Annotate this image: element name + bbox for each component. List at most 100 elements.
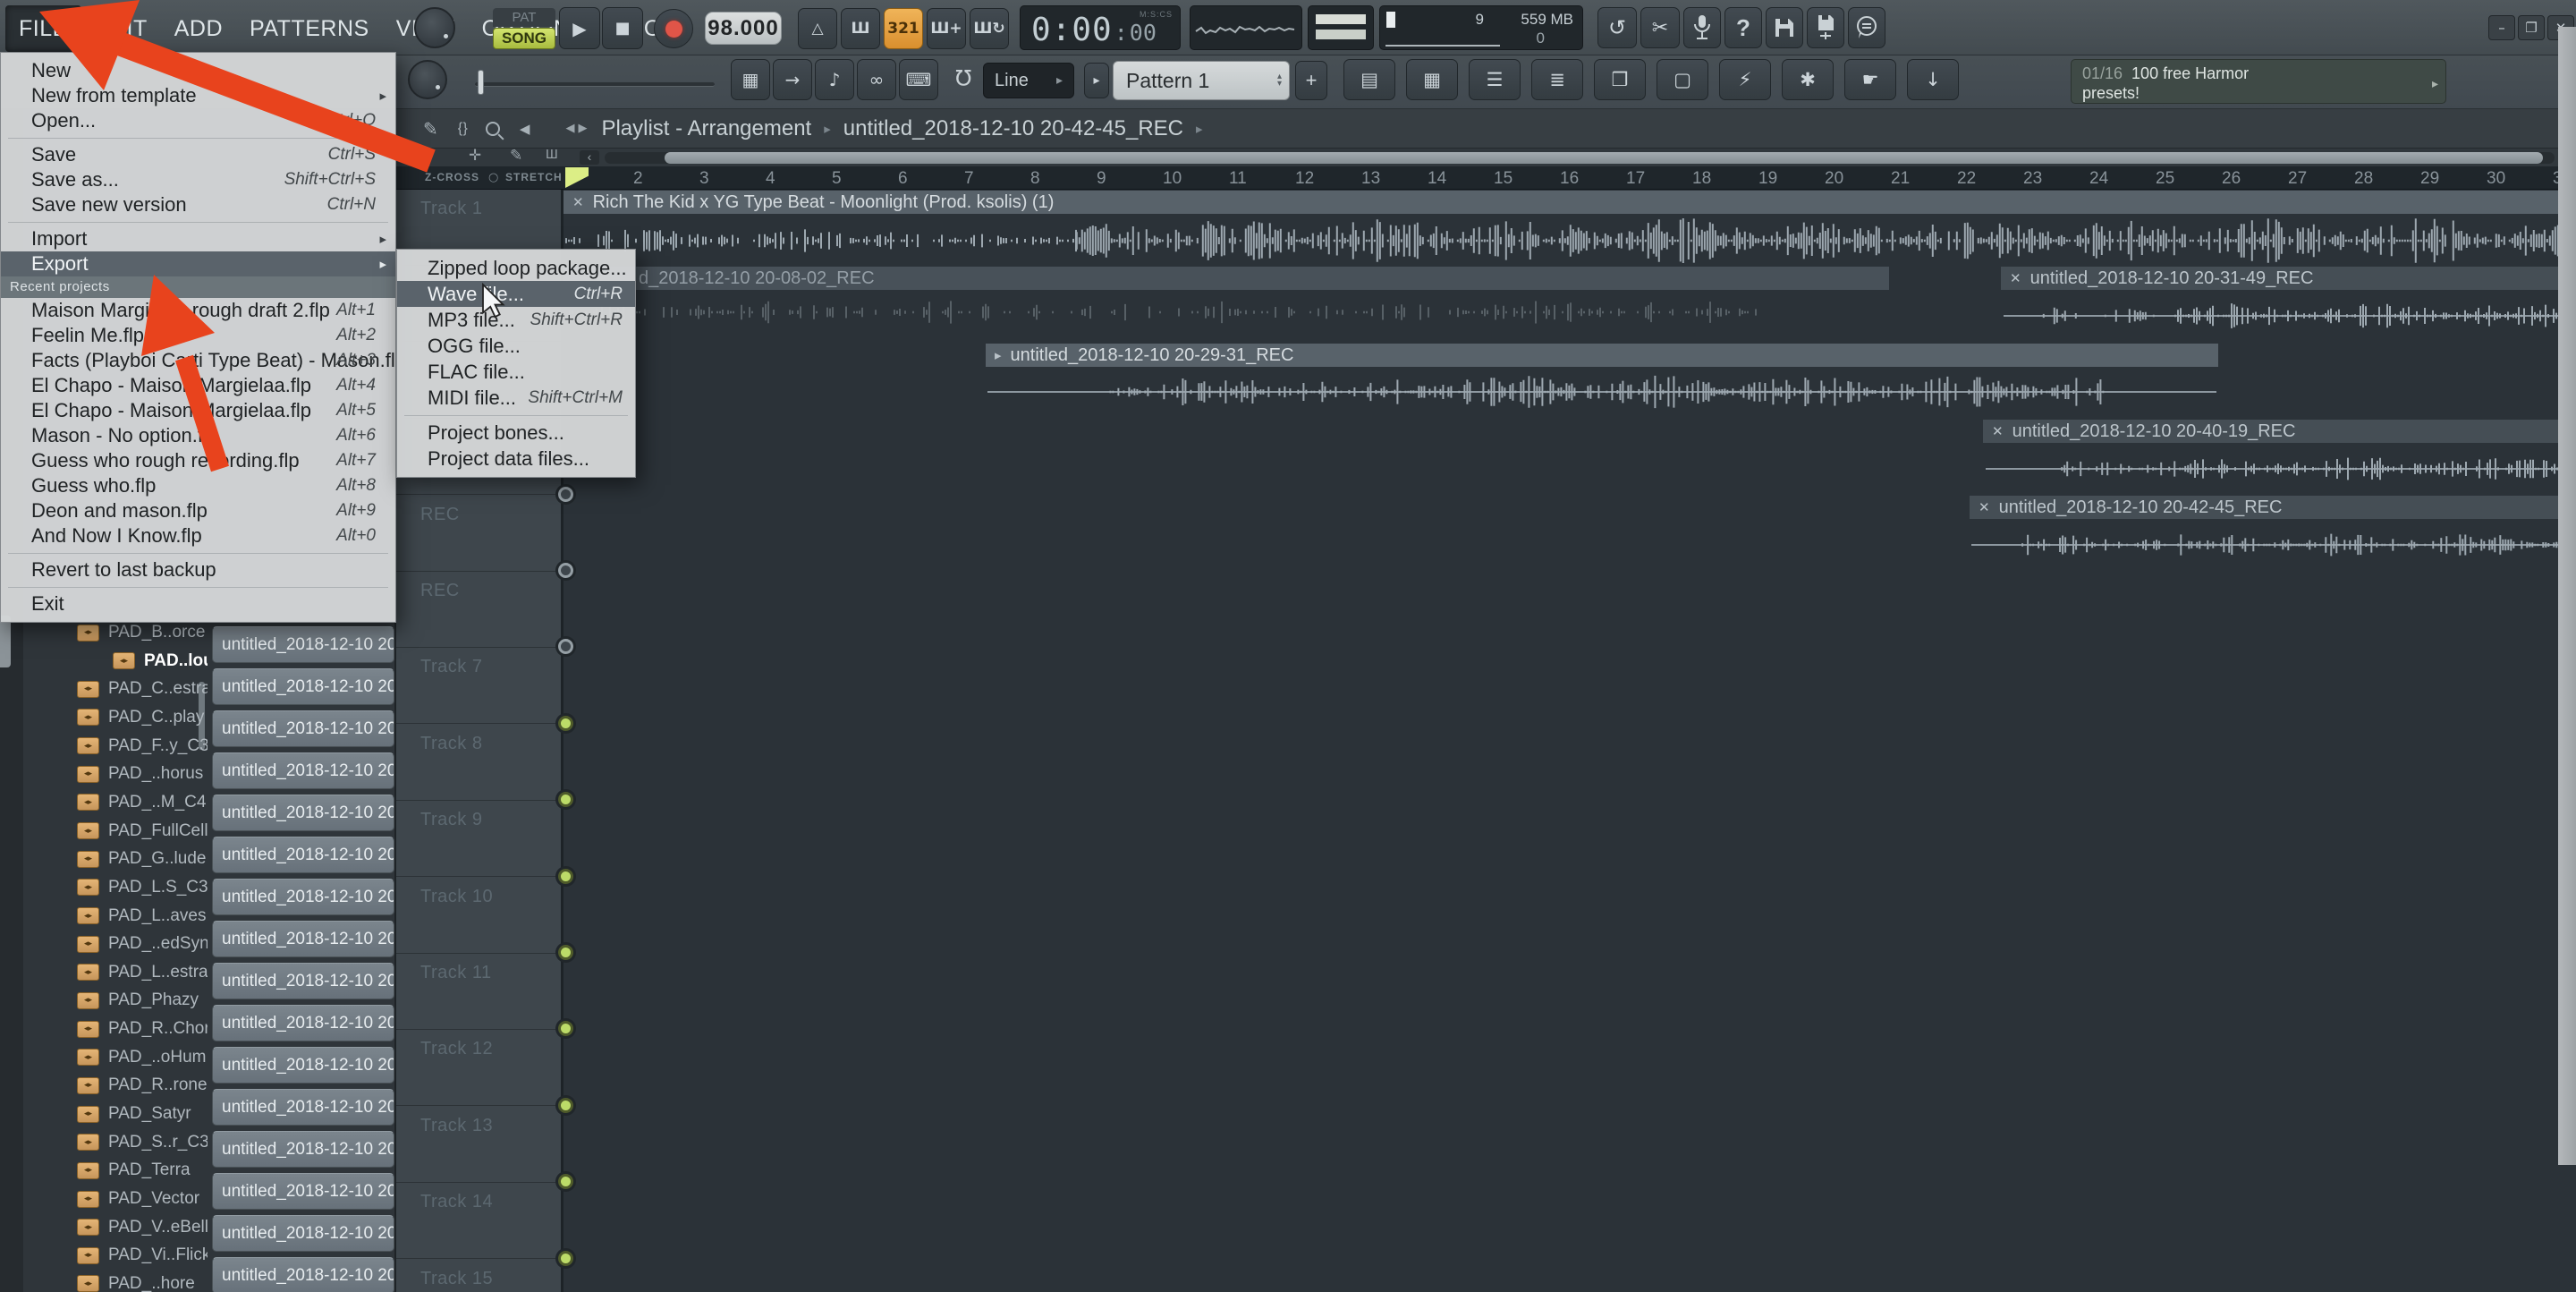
browser-item[interactable]: ◂▸PAD_R..rone <box>23 1072 208 1099</box>
panel-toggle-button[interactable]: ▦ <box>1406 59 1458 100</box>
track-header[interactable]: REC <box>396 496 561 572</box>
clip-header[interactable]: ✕Rich The Kid x YG Type Beat - Moonlight… <box>564 191 2576 214</box>
zcross-knob-icon[interactable]: ○ <box>488 171 499 184</box>
add-pattern-button[interactable]: + <box>1295 61 1327 100</box>
export-menu-item[interactable]: OGG file... <box>397 333 635 359</box>
move-tool-icon[interactable]: ✛ <box>469 147 481 165</box>
panel-toggle-button[interactable]: ▤ <box>1343 59 1395 100</box>
toolbar-icon-button[interactable]: ∞ <box>857 59 896 100</box>
nav-next-icon[interactable]: ▶ <box>578 122 587 135</box>
channel-button[interactable]: untitled_2018-12-10 20-.. <box>212 795 394 831</box>
undo-button[interactable]: ↺ <box>1597 7 1637 48</box>
panel-toggle-button[interactable]: ☛ <box>1844 59 1896 100</box>
window-control-button[interactable]: ❐ <box>2518 15 2545 40</box>
hint-bar[interactable]: 01/16100 free Harmor presets! ▸ <box>2071 59 2446 104</box>
file-menu-item[interactable] <box>1 548 395 557</box>
channel-button[interactable]: untitled_2018-12-10 20-.. <box>212 1215 394 1252</box>
track-header[interactable]: Track 14 <box>396 1183 561 1259</box>
browser-item[interactable]: ◂▸PAD_Satyr <box>23 1101 208 1127</box>
cut-tool-button[interactable]: ✂ <box>1640 7 1680 48</box>
playlist-title[interactable]: Playlist - Arrangement <box>601 116 811 141</box>
browser-item[interactable]: ◂▸PAD_F..y_C3 <box>23 733 208 760</box>
file-menu-item[interactable]: Facts (Playboi Carti Type Beat) - Mason.… <box>1 348 395 373</box>
export-menu-item[interactable]: FLAC file... <box>397 359 635 385</box>
channel-button[interactable]: untitled_2018-12-10 20-.. <box>212 963 394 999</box>
play-button[interactable]: ▶ <box>559 7 600 49</box>
file-menu-item[interactable] <box>1 217 395 226</box>
menu-bar-item[interactable]: PATTERNS <box>236 5 383 52</box>
channel-button[interactable]: untitled_2018-12-10 20-.. <box>212 1131 394 1168</box>
export-menu-item[interactable]: MP3 file...Shift+Ctrl+R <box>397 307 635 333</box>
browser-item[interactable]: ◂▸PAD_C..play <box>23 704 208 731</box>
chat-button[interactable] <box>1848 7 1885 48</box>
clip-play-icon[interactable]: ▸ <box>995 347 1002 363</box>
file-menu-item[interactable]: Mason - No option.flpAlt+6 <box>1 423 395 448</box>
channel-button[interactable]: untitled_2018-12-10 20-.. <box>212 626 394 663</box>
panel-toggle-button[interactable]: ↓ <box>1907 59 1959 100</box>
file-menu-item[interactable]: Save new versionCtrl+N <box>1 192 395 217</box>
audio-preview-icon[interactable]: ◀ <box>520 121 530 137</box>
clip-delete-icon[interactable]: ✕ <box>2010 270 2021 286</box>
horizontal-scrollbar-thumb[interactable] <box>665 152 2543 164</box>
browser-item[interactable]: ◂▸PAD_..horus <box>23 761 208 787</box>
channel-button[interactable]: untitled_2018-12-10 20-.. <box>212 710 394 747</box>
slip-tool-icon[interactable]: ✎ <box>510 147 522 165</box>
browser-item[interactable]: ◂▸PAD_C..estra <box>23 676 208 702</box>
main-volume-knob[interactable] <box>414 7 455 48</box>
channel-button[interactable]: untitled_2018-12-10 20-.. <box>212 879 394 915</box>
playhead-marker[interactable] <box>565 167 589 188</box>
channel-button[interactable]: untitled_2018-12-10 20-.. <box>212 837 394 873</box>
file-menu-item[interactable]: Maison Margielaa rough draft 2.flpAlt+1 <box>1 298 395 323</box>
browser-item[interactable]: ◂▸PAD_S..r_C3 <box>23 1129 208 1156</box>
file-menu-item[interactable]: Guess who.flpAlt+8 <box>1 473 395 498</box>
stretch-label[interactable]: STRETCH <box>505 171 563 183</box>
browser-item[interactable]: ◂▸PAD_..oHum <box>23 1044 208 1071</box>
browser-item[interactable]: ◂▸PAD_B..orce <box>23 619 208 646</box>
menu-bar-item[interactable]: FILE <box>5 5 81 52</box>
file-menu-item[interactable]: Feelin Me.flpAlt+2 <box>1 323 395 348</box>
piano-view-icon[interactable]: Ш <box>546 147 558 162</box>
clip-header[interactable]: ▸untitled_2018-12-10 20-29-31_REC <box>986 344 2218 367</box>
browser-item[interactable]: ◂▸PAD_L..estra <box>23 959 208 986</box>
file-menu-item[interactable]: New from template▸ <box>1 83 395 108</box>
channel-button[interactable]: untitled_2018-12-10 20-.. <box>212 752 394 789</box>
track-header[interactable]: Track 13 <box>396 1107 561 1183</box>
channel-button[interactable]: untitled_2018-12-10 20-.. <box>212 921 394 957</box>
track-header[interactable]: Track 9 <box>396 801 561 877</box>
file-menu-item[interactable]: Guess who rough recording.flpAlt+7 <box>1 448 395 473</box>
track-led-icon[interactable] <box>558 1251 573 1266</box>
track-header[interactable]: Track 7 <box>396 648 561 724</box>
file-menu-item[interactable]: Deon and mason.flpAlt+9 <box>1 498 395 523</box>
pat-mode-button[interactable]: PAT <box>493 8 555 27</box>
file-menu-item[interactable]: SaveCtrl+S <box>1 142 395 167</box>
track-led-icon[interactable] <box>558 945 573 960</box>
clip-header[interactable]: ✕untitled_2018-12-10 20-31-49_REC <box>2001 267 2576 290</box>
panel-toggle-button[interactable]: ❒ <box>1594 59 1646 100</box>
export-menu-item[interactable]: Project data files... <box>397 446 635 472</box>
browser-item[interactable]: ◂▸PAD_Vector <box>23 1186 208 1212</box>
shuffle-slider-handle[interactable] <box>478 70 484 95</box>
right-edge-scrollbar[interactable] <box>2558 27 2576 1165</box>
time-display[interactable]: M:S:CS 0:00 : 00 <box>1020 5 1181 50</box>
help-button[interactable]: ? <box>1724 7 1762 48</box>
record-button[interactable] <box>654 9 693 48</box>
edison-record-button[interactable] <box>1683 7 1721 48</box>
browser-item[interactable]: ◂▸PAD_R..Chor <box>23 1016 208 1042</box>
track-led-icon[interactable] <box>558 716 573 731</box>
browser-item[interactable]: ◂▸PAD..loud <box>23 648 208 675</box>
clip-header[interactable]: ✕untitled_2018-12-10 20-40-19_REC <box>1983 420 2576 443</box>
toolbar-icon-button[interactable]: ⌨ <box>899 59 938 100</box>
channel-button[interactable]: untitled_2018-12-10 20-.. <box>212 1047 394 1084</box>
stop-button[interactable]: ■ <box>602 7 643 49</box>
channel-button[interactable]: untitled_2018-12-10 20-.. <box>212 1173 394 1210</box>
browser-item[interactable]: ◂▸PAD_G..lude <box>23 846 208 872</box>
channel-button[interactable]: untitled_2018-12-10 20-.. <box>212 1089 394 1126</box>
file-menu-item[interactable]: Export▸ <box>1 251 395 276</box>
recording-option-button[interactable]: Ш↻ <box>970 8 1009 49</box>
file-menu-item[interactable]: El Chapo - Maison Margielaa.flpAlt+5 <box>1 398 395 423</box>
panel-toggle-button[interactable]: ✱ <box>1782 59 1834 100</box>
channel-button[interactable]: untitled_2018-12-10 20-.. <box>212 1257 394 1292</box>
file-menu-item[interactable]: Open...Ctrl+O <box>1 108 395 133</box>
browser-item[interactable]: ◂▸PAD_L.S_C3 <box>23 874 208 901</box>
browser-item[interactable]: ◂▸PAD_..edSyn <box>23 931 208 957</box>
